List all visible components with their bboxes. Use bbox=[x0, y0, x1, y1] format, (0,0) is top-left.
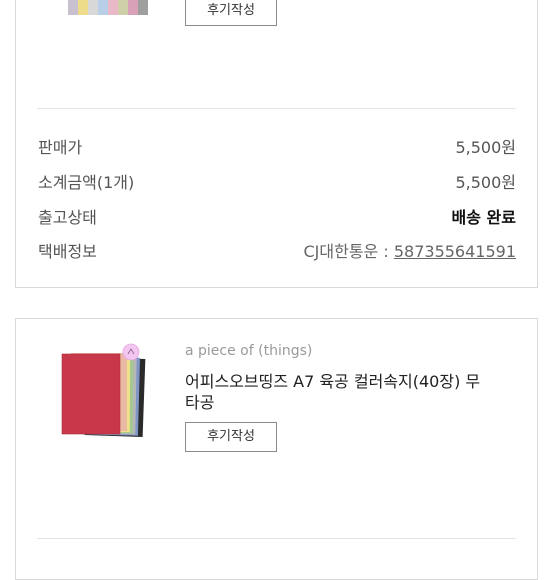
product-thumbnail[interactable] bbox=[68, 0, 148, 15]
delivery-info-value: CJ대한통운 : 587355641591 bbox=[304, 238, 517, 262]
tracking-number-link[interactable]: 587355641591 bbox=[394, 242, 516, 261]
price-row: 판매가 5,500원 bbox=[38, 134, 516, 158]
shipping-status-row: 출고상태 배송 완료 bbox=[38, 204, 516, 228]
order-item-card: a piece of (things) 어피스오브띵즈 A7 육공 컬러속지(4… bbox=[15, 318, 538, 580]
courier-name: CJ대한통운 : bbox=[303, 242, 394, 261]
write-review-button[interactable]: 후기작성 bbox=[185, 422, 277, 452]
subtotal-value: 5,500원 bbox=[455, 173, 516, 192]
product-name-link[interactable]: 어피스오브띵즈 A7 육공 컬러속지(40장) 무타공 bbox=[185, 371, 485, 413]
delivery-info-label: 택배정보 bbox=[38, 242, 97, 261]
shipping-status-label: 출고상태 bbox=[38, 208, 97, 227]
divider bbox=[37, 538, 516, 539]
subtotal-row: 소계금액(1개) 5,500원 bbox=[38, 169, 516, 193]
price-value: 5,500원 bbox=[455, 138, 516, 157]
product-image[interactable] bbox=[52, 342, 152, 442]
price-label: 판매가 bbox=[38, 138, 83, 157]
subtotal-label: 소계금액(1개) bbox=[38, 173, 135, 192]
shipping-status-value: 배송 완료 bbox=[451, 208, 516, 227]
product-brand: a piece of (things) bbox=[185, 343, 313, 359]
write-review-button[interactable]: 후기작성 bbox=[185, 0, 277, 26]
delivery-info-row: 택배정보 CJ대한통운 : 587355641591 bbox=[38, 238, 516, 262]
divider bbox=[37, 108, 516, 109]
order-item-card: 후기작성 판매가 5,500원 소계금액(1개) 5,500원 출고상태 배송 … bbox=[15, 0, 538, 288]
